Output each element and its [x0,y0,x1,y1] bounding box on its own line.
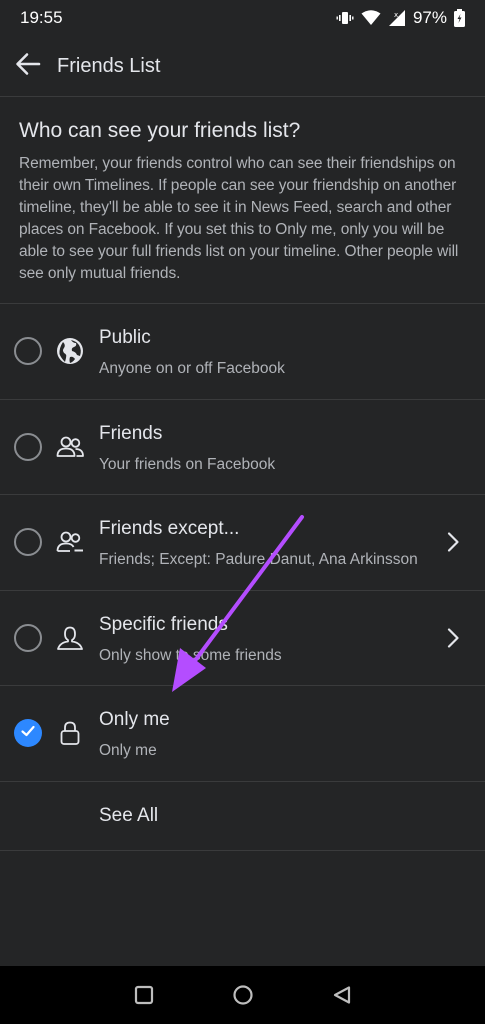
globe-icon [54,335,86,367]
recents-square-icon[interactable] [132,983,156,1007]
section-description: Remember, your friends control who can s… [19,155,459,282]
option-title: Friends except... [99,518,240,539]
radio-button[interactable] [14,528,42,557]
section-heading: Who can see your friends list? [19,119,301,142]
option-specific-friends[interactable]: Specific friends Only show to some frien… [0,591,485,686]
audience-options: Public Anyone on or off Facebook Friends… [0,304,485,782]
back-triangle-icon[interactable] [330,983,354,1007]
vibrate-icon [336,9,354,27]
option-subtitle: Friends; Except: Padure Danut, Ana Arkin… [99,551,418,568]
arrow-left-icon [15,51,41,82]
option-subtitle: Only show to some friends [99,646,282,664]
option-title: Specific friends [99,613,228,635]
radio-button-selected[interactable] [14,719,42,748]
signal-icon: x [388,9,406,27]
checkmark-icon [20,723,36,744]
option-text: Friends Your friends on Facebook [99,422,275,475]
option-subtitle: Anyone on or off Facebook [99,360,285,377]
battery-icon [454,9,465,27]
option-title: Public [99,327,151,348]
radio-button[interactable] [14,337,42,366]
option-public[interactable]: Public Anyone on or off Facebook [0,304,485,400]
system-nav-bar [0,966,485,1024]
specific-friend-icon [54,622,86,654]
see-all-button[interactable]: See All [0,782,485,851]
lock-icon [54,717,86,749]
friends-icon [54,431,86,463]
chevron-right-icon [441,626,465,650]
home-circle-icon[interactable] [231,983,255,1007]
chevron-right-icon [441,530,465,554]
option-text: Friends except... Friends; Except: Padur… [99,517,418,570]
friends-list-privacy-screen: 19:55 x 97% Friends List Who can see you… [0,0,485,1024]
radio-button[interactable] [14,432,42,461]
option-text: Only me Only me [99,708,170,761]
svg-text:x: x [394,11,398,19]
status-time: 19:55 [20,8,63,27]
app-bar: Friends List [0,36,485,97]
back-button[interactable] [0,36,56,97]
option-friends-except[interactable]: Friends except... Friends; Except: Padur… [0,495,485,591]
option-text: Public Anyone on or off Facebook [99,326,285,379]
intro-section: Who can see your friends list? Remember,… [0,97,485,304]
option-only-me[interactable]: Only me Only me [0,686,485,782]
radio-button[interactable] [14,623,42,652]
status-bar: 19:55 x 97% [0,0,485,36]
page-title: Friends List [57,54,161,77]
battery-percent: 97% [412,8,447,27]
option-title: Only me [99,709,170,730]
option-subtitle: Your friends on Facebook [99,455,276,473]
option-friends[interactable]: Friends Your friends on Facebook [0,400,485,495]
see-all-label: See All [99,805,159,826]
option-title: Friends [99,422,163,444]
status-icons: x 97% [336,8,465,28]
friends-except-icon [54,526,86,558]
option-text: Specific friends Only show to some frien… [99,613,282,666]
wifi-icon [361,10,381,26]
option-subtitle: Only me [99,742,157,759]
